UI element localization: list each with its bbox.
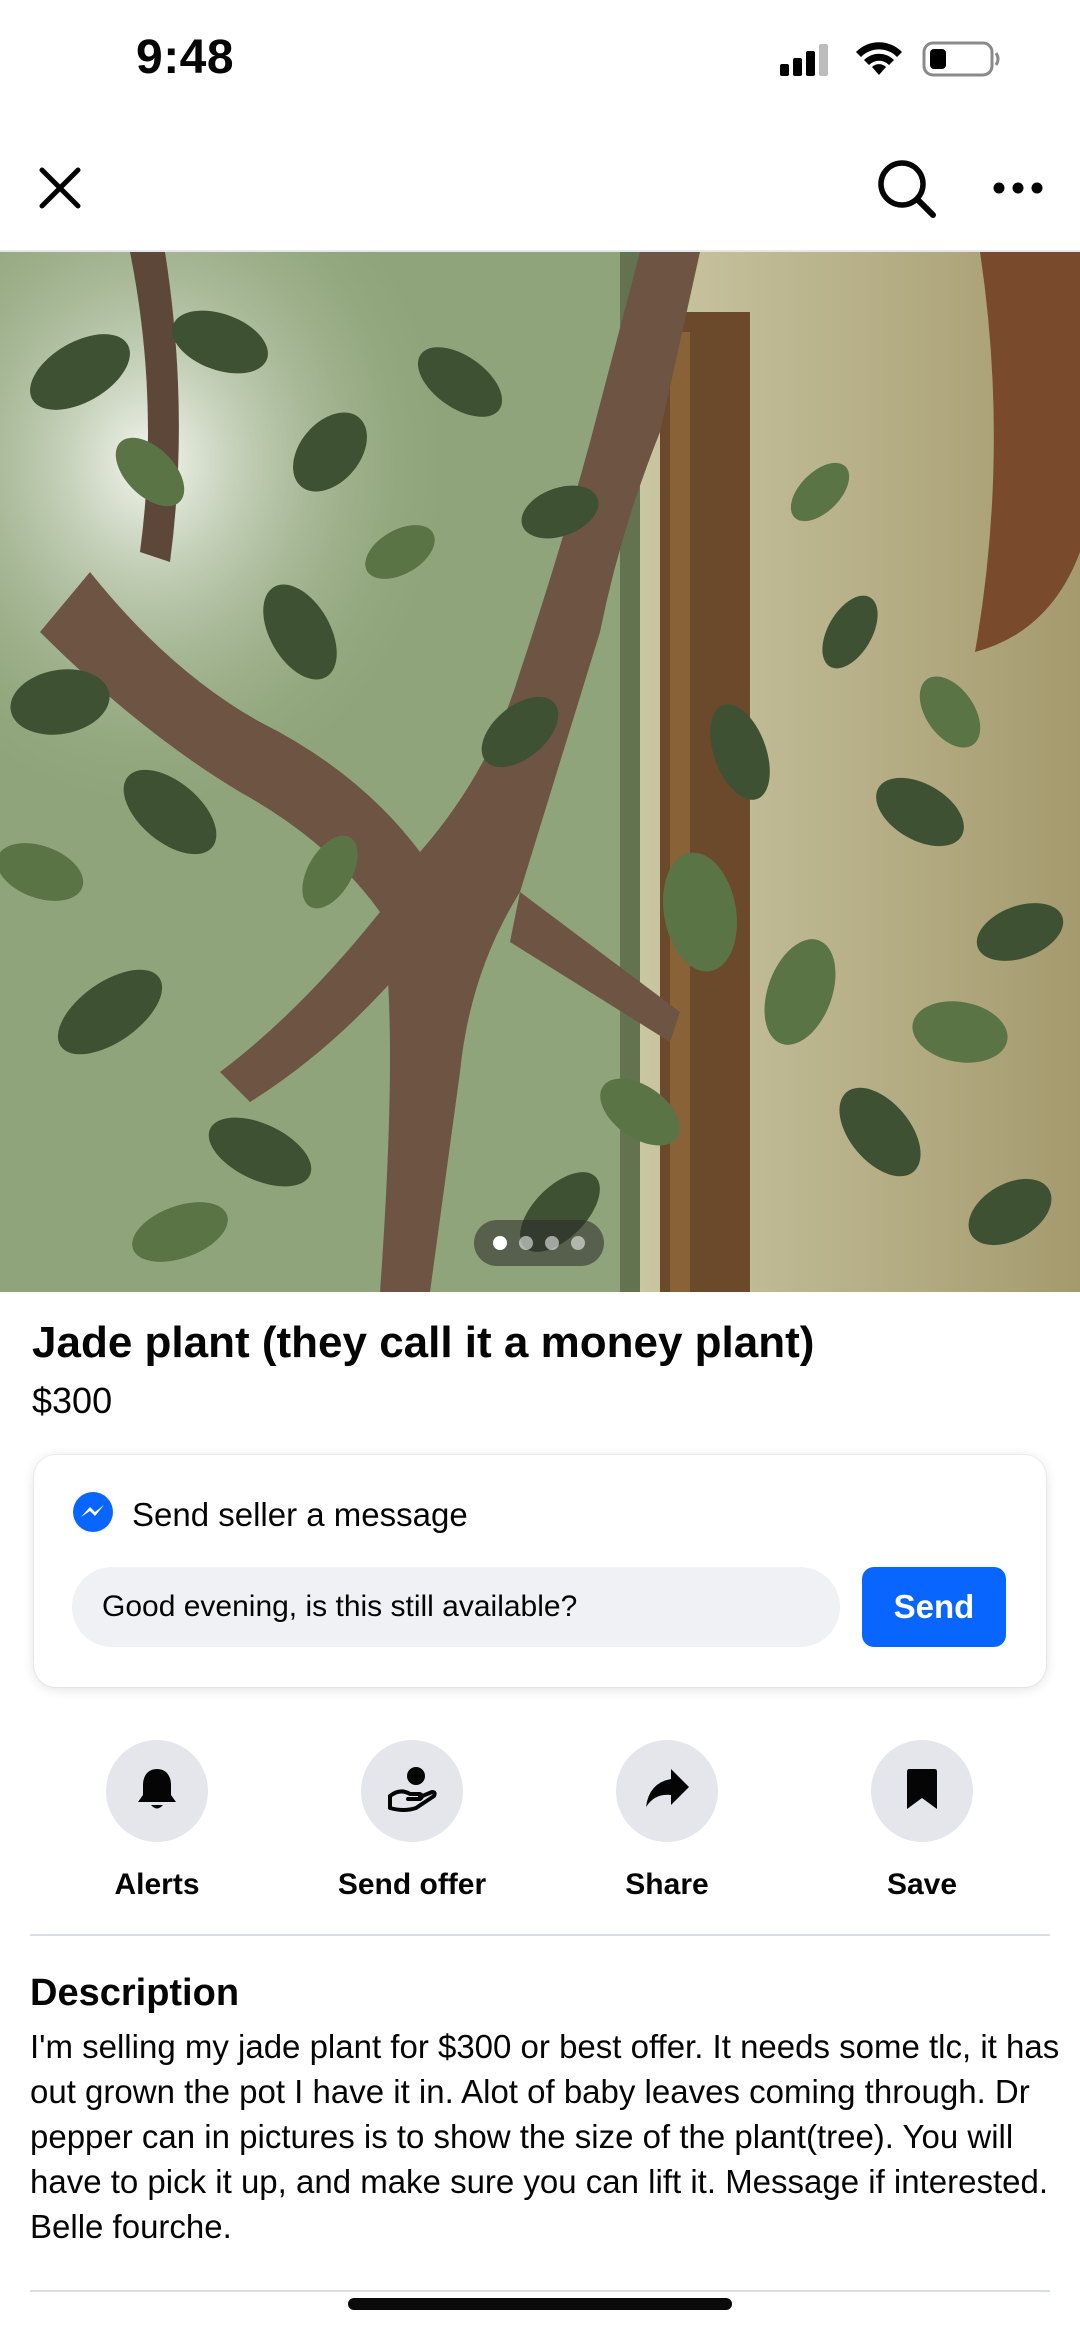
close-icon xyxy=(36,164,84,217)
section-divider xyxy=(30,1934,1050,1936)
save-label: Save xyxy=(886,1868,958,1901)
search-icon xyxy=(875,157,937,224)
listing-title: Jade plant (they call it a money plant) xyxy=(32,1318,815,1367)
listing-price: $300 xyxy=(32,1380,113,1421)
pagination-dot[interactable] xyxy=(571,1236,585,1250)
battery-icon xyxy=(922,40,1002,83)
cellular-signal-icon xyxy=(780,42,836,81)
status-bar: 9:48 xyxy=(0,0,1080,130)
send-message-heading: Send seller a message xyxy=(132,1495,468,1533)
send-offer-button[interactable]: Send offer xyxy=(302,1740,522,1902)
listing-photo[interactable] xyxy=(0,252,1080,1292)
section-divider xyxy=(30,2290,1050,2292)
pagination-dot[interactable] xyxy=(519,1236,533,1250)
more-options-button[interactable] xyxy=(982,154,1054,226)
bookmark-icon xyxy=(905,1767,939,1816)
alerts-label: Alerts xyxy=(114,1868,200,1901)
message-input[interactable] xyxy=(72,1567,840,1647)
listing-actions: Alerts Send offer Share Save xyxy=(0,1740,1080,1902)
offer-icon xyxy=(386,1764,438,1819)
home-indicator[interactable] xyxy=(348,2298,732,2310)
alerts-button[interactable]: Alerts xyxy=(47,1740,267,1902)
description-heading: Description xyxy=(30,1972,240,2014)
more-options-icon xyxy=(992,181,1044,200)
wifi-icon xyxy=(854,41,904,82)
send-message-card: Send seller a message Send xyxy=(34,1455,1046,1687)
status-icons xyxy=(780,40,1002,83)
share-arrow-icon xyxy=(643,1767,691,1816)
jade-plant-photo xyxy=(0,252,1080,1292)
pagination-dot[interactable] xyxy=(545,1236,559,1250)
search-button[interactable] xyxy=(870,154,942,226)
pagination-dot[interactable] xyxy=(493,1236,507,1250)
status-time: 9:48 xyxy=(136,31,235,84)
save-button[interactable]: Save xyxy=(812,1740,1032,1902)
photo-pagination[interactable] xyxy=(474,1220,604,1266)
bell-icon xyxy=(135,1765,179,1818)
messenger-icon xyxy=(72,1491,114,1538)
share-button[interactable]: Share xyxy=(557,1740,777,1902)
send-message-header: Send seller a message xyxy=(72,1491,468,1538)
close-button[interactable] xyxy=(24,154,96,226)
send-button[interactable]: Send xyxy=(862,1567,1006,1647)
share-label: Share xyxy=(625,1868,709,1901)
send-offer-label: Send offer xyxy=(337,1868,487,1901)
description-text: I'm selling my jade plant for $300 or be… xyxy=(30,2028,1060,2245)
top-nav-bar xyxy=(0,130,1080,252)
